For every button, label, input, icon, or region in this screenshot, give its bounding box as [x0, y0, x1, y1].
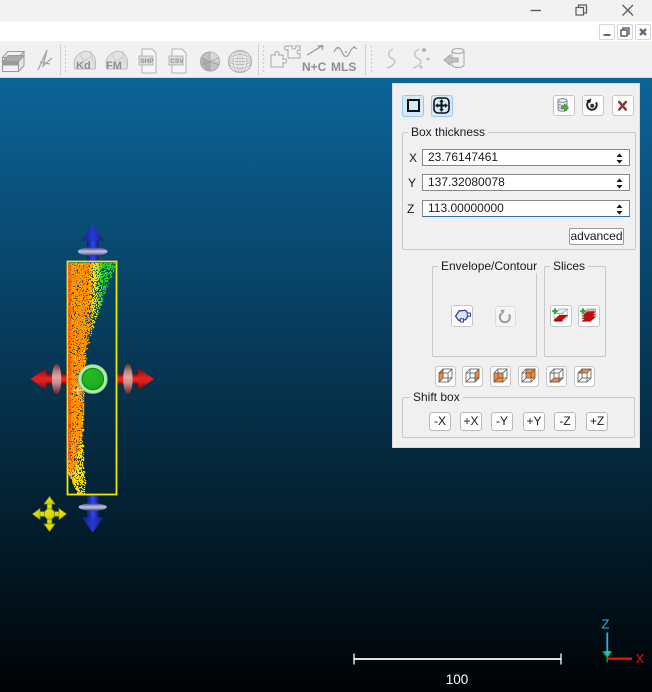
svg-text:SHP: SHP: [140, 58, 154, 65]
svg-text:Kd: Kd: [76, 60, 91, 72]
svg-text:N+C: N+C: [302, 60, 327, 74]
svg-text:Z: Z: [602, 617, 610, 632]
svg-text:X: X: [636, 651, 645, 666]
svg-text:FM: FM: [106, 60, 122, 72]
svg-text:100: 100: [446, 672, 469, 687]
svg-text:CSV: CSV: [170, 58, 184, 65]
svg-text:MLS: MLS: [331, 60, 356, 74]
